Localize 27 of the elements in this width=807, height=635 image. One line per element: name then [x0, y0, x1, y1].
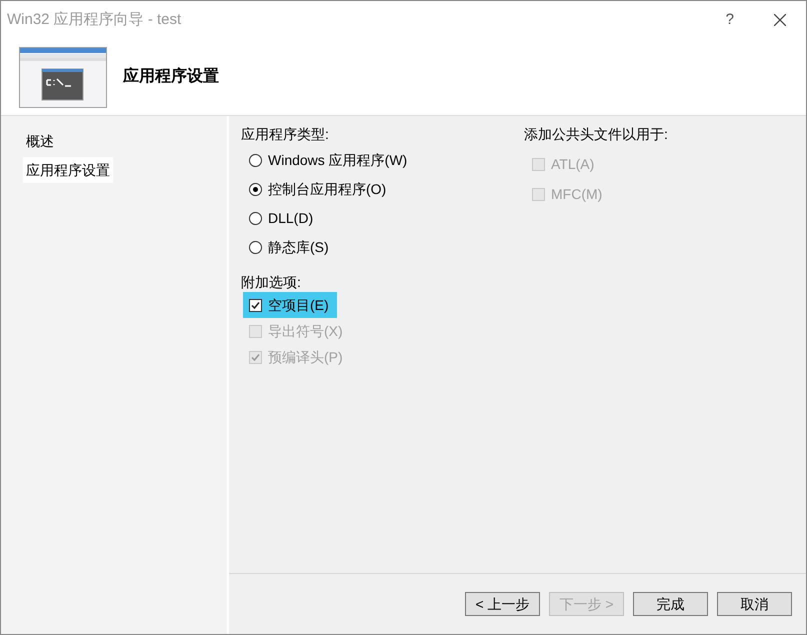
- radio-label: Windows 应用程序(W): [268, 151, 408, 170]
- checkbox-label: 导出符号(X): [268, 322, 343, 341]
- checkbox-label: MFC(M): [551, 184, 602, 204]
- wizard-button[interactable]: < 上一步: [465, 592, 540, 616]
- window-title: Win32 应用程序向导 - test: [7, 10, 182, 30]
- sidebar-item[interactable]: 概述: [23, 128, 57, 154]
- section-heading: 应用程序类型:: [241, 125, 330, 144]
- checkbox-label: 空项目(E): [268, 296, 329, 315]
- sidebar-item[interactable]: 应用程序设置: [23, 157, 113, 183]
- radio-button[interactable]: [249, 154, 262, 167]
- wizard-button[interactable]: 取消: [717, 592, 792, 616]
- help-icon[interactable]: ?: [726, 8, 734, 32]
- console-window-icon: [19, 46, 107, 108]
- radio-label: 控制台应用程序(O): [268, 180, 386, 199]
- close-icon[interactable]: [774, 14, 786, 26]
- radio-label: DLL(D): [268, 209, 314, 228]
- wizard-button[interactable]: 完成: [633, 592, 708, 616]
- page-heading: 应用程序设置: [123, 66, 219, 87]
- radio-button[interactable]: [249, 241, 262, 254]
- checkbox-label: 预编译头(P): [268, 348, 343, 367]
- checkbox-label: ATL(A): [551, 154, 594, 174]
- checkbox[interactable]: [249, 298, 262, 312]
- radio-button[interactable]: [249, 212, 262, 225]
- section-heading: 添加公共头文件以用于:: [524, 125, 668, 144]
- section-heading: 附加选项:: [241, 273, 302, 292]
- radio-button[interactable]: [249, 183, 262, 196]
- radio-label: 静态库(S): [268, 238, 329, 257]
